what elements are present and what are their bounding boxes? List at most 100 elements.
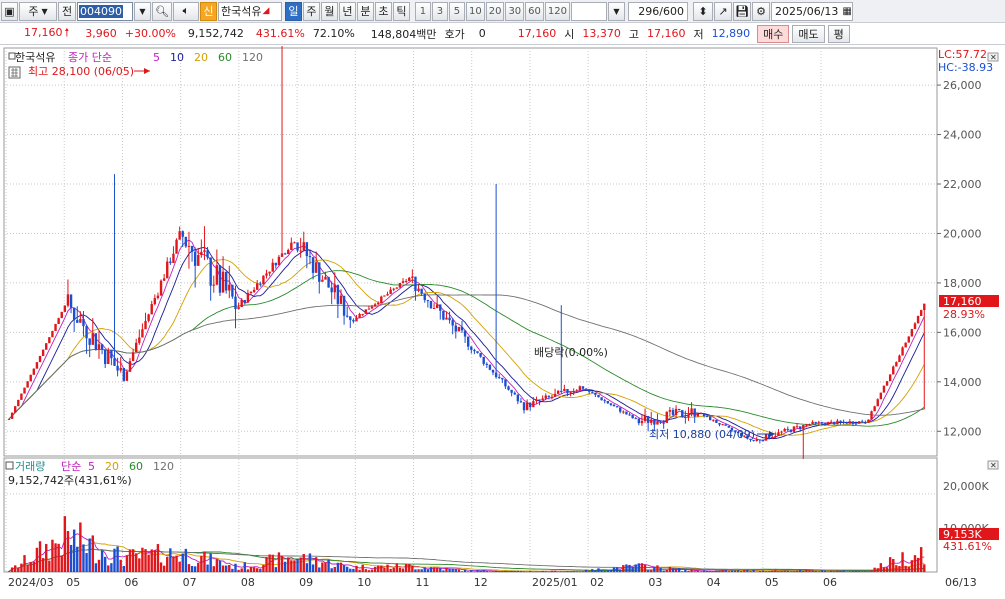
volume-bar [48, 561, 50, 572]
stock-code-input[interactable]: 004090 [77, 2, 133, 21]
candle-body [641, 421, 643, 423]
volume-bar [402, 568, 404, 572]
interval-button-3[interactable]: 3 [432, 2, 448, 21]
period-tab-3[interactable]: 년 [339, 2, 356, 21]
front-button[interactable]: 전 [58, 2, 76, 21]
period-tab-1[interactable]: 주 [303, 2, 320, 21]
candle-body [886, 381, 888, 386]
candle-body [597, 395, 599, 397]
volume-bar [563, 571, 565, 572]
volume-bar [718, 571, 720, 572]
candle-body [337, 285, 339, 304]
interval-input[interactable] [571, 2, 607, 21]
candle-body [839, 421, 841, 422]
dividend-annotation: 배당락(0.00%) [534, 346, 608, 359]
layout-icon[interactable]: ▣ [1, 2, 18, 21]
volume-bar [135, 553, 137, 572]
period-tab-4[interactable]: 분 [357, 2, 374, 21]
candle-body [725, 424, 727, 426]
candle-body [420, 289, 422, 294]
period-tab-6[interactable]: 틱 [393, 2, 410, 21]
candle-type-icon[interactable]: ⬍ [693, 2, 713, 21]
candle-body [464, 330, 466, 336]
eval-button[interactable]: 평 [828, 25, 850, 43]
interval-button-30[interactable]: 30 [505, 2, 524, 21]
candle-body [368, 309, 370, 310]
volume-bar [541, 571, 543, 572]
candle-body [662, 423, 664, 424]
volume-bar [759, 571, 761, 572]
price-change: 3,960 [73, 27, 121, 40]
volume-bar [877, 568, 879, 572]
period-tab-2[interactable]: 월 [321, 2, 338, 21]
candle-body [814, 422, 816, 423]
chart-area[interactable]: 26,00024,00022,00020,00018,00016,00014,0… [0, 46, 1005, 596]
volume-bar [411, 566, 413, 572]
volume-bar [756, 571, 758, 572]
candle-body [492, 370, 494, 373]
count-field[interactable]: 296/600 [628, 2, 688, 21]
candle-body [51, 331, 53, 337]
price-change-pct: +30.00% [121, 27, 180, 40]
interval-button-120[interactable]: 120 [545, 2, 570, 21]
candle-body [200, 252, 202, 255]
interval-button-60[interactable]: 60 [525, 2, 544, 21]
buy-button[interactable]: 매수 [757, 25, 789, 43]
interval-button-10[interactable]: 10 [466, 2, 485, 21]
volume-bar [569, 571, 571, 572]
speaker-icon[interactable]: 🔈︎ [173, 2, 199, 21]
sell-button[interactable]: 매도 [792, 25, 824, 43]
interval-button-1[interactable]: 1 [415, 2, 431, 21]
candle-body [783, 429, 785, 432]
candle-body [821, 422, 823, 423]
code-dropdown-icon[interactable]: ▼ [134, 2, 151, 21]
draw-tool-icon[interactable]: ↗ [714, 2, 732, 21]
volume-bar [303, 554, 305, 572]
candle-body [625, 412, 627, 415]
volume-bar [582, 571, 584, 572]
interval-button-5[interactable]: 5 [449, 2, 465, 21]
candle-body [312, 257, 314, 273]
interval-dropdown-icon[interactable]: ▼ [608, 2, 625, 21]
candle-body [371, 307, 373, 309]
candle-body [67, 294, 69, 305]
volume-bar [306, 563, 308, 572]
candle-body [30, 375, 32, 382]
interval-button-20[interactable]: 20 [486, 2, 505, 21]
type-select[interactable]: 주▼ [19, 2, 57, 21]
candle-body [799, 426, 801, 429]
price-tick-6: 14,000 [943, 376, 982, 389]
candle-body [185, 237, 187, 247]
candle-body [880, 393, 882, 400]
volume-bar [793, 571, 795, 572]
volume-bar [476, 570, 478, 572]
period-tab-0[interactable]: 일 [285, 2, 302, 21]
stock-name-field[interactable]: 한국석유◢ [218, 2, 282, 21]
candle-body [631, 415, 633, 418]
candle-body [42, 350, 44, 356]
gear-icon[interactable]: ⚙︎ [752, 2, 770, 21]
volume-bar [607, 570, 609, 572]
save-icon[interactable]: 💾︎ [733, 2, 751, 21]
volume-bar [51, 540, 53, 572]
trade-amount: 148,804백만 [359, 26, 441, 42]
search-icon[interactable]: 🔍︎ [152, 2, 172, 21]
volume-bar [309, 553, 311, 572]
date-tick-12: 04 [707, 576, 721, 589]
period-tab-5[interactable]: 초 [375, 2, 392, 21]
candle-body [827, 422, 829, 425]
date-tick-7: 11 [416, 576, 430, 589]
volume-bar [873, 568, 875, 572]
candle-body [498, 377, 500, 378]
volume-bar [61, 555, 63, 572]
volume-bar [129, 549, 131, 572]
candle-body [126, 372, 128, 381]
candle-body [138, 338, 140, 343]
volume-bar [284, 562, 286, 572]
candle-body [107, 350, 109, 364]
volume-bar [393, 568, 395, 572]
date-field[interactable]: 2025/06/13▦ [771, 2, 853, 21]
chart-svg[interactable]: 26,00024,00022,00020,00018,00016,00014,0… [0, 46, 1005, 596]
volume-bar [45, 544, 47, 572]
candle-body [197, 255, 199, 266]
